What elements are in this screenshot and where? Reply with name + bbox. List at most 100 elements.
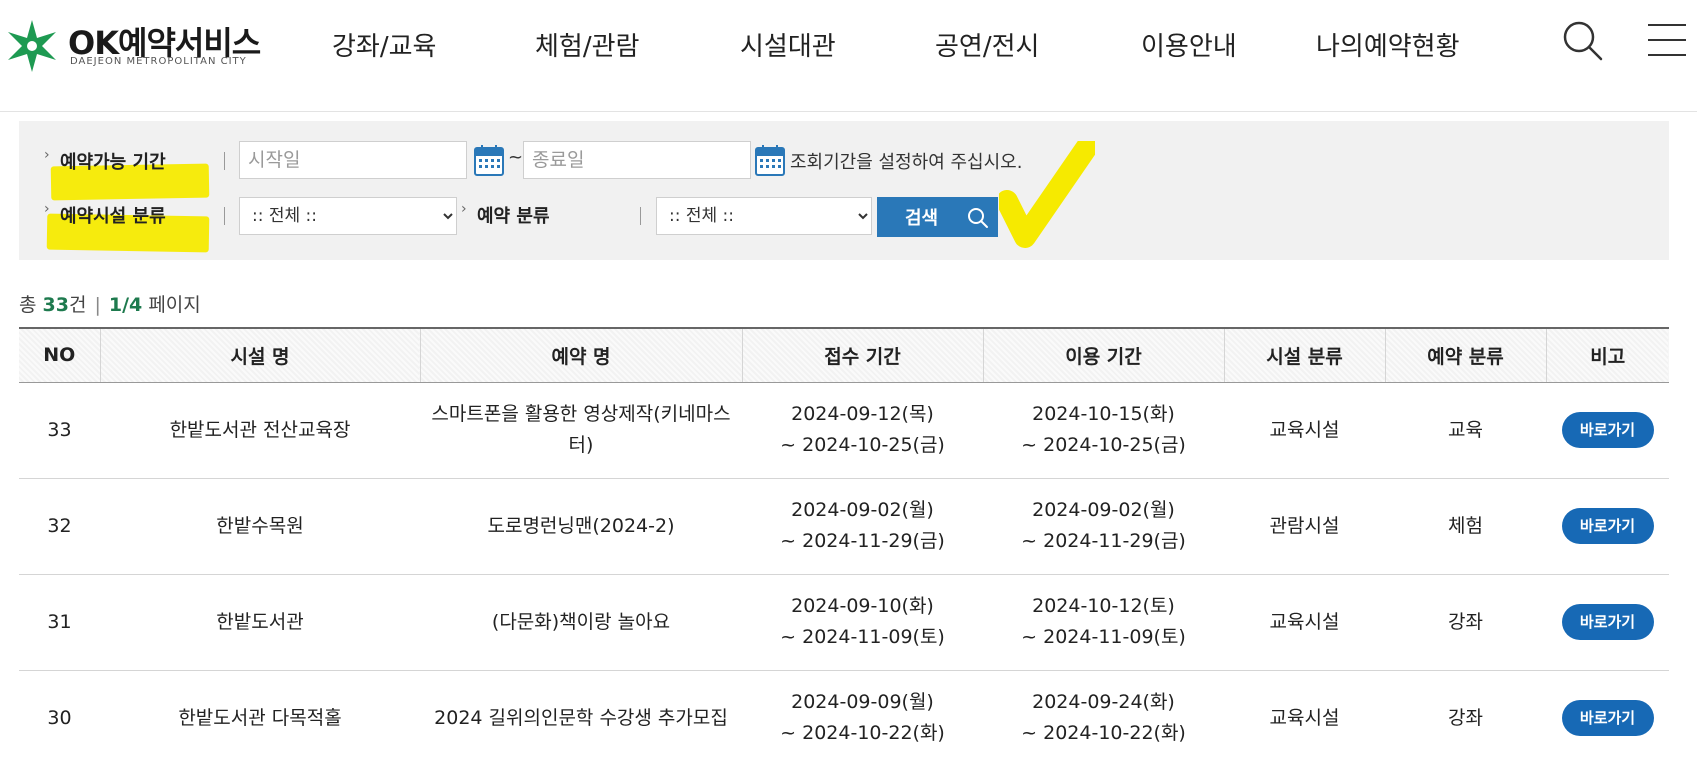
table-row: 30 한밭도서관 다목적홀 2024 길위의인문학 수강생 추가모집 2024-09-… xyxy=(19,670,1669,760)
menu-icon[interactable] xyxy=(1648,24,1686,56)
go-button[interactable]: 바로가기 xyxy=(1561,412,1654,448)
column-header-reservation-type: 예약 분류 xyxy=(1384,327,1546,383)
site-logo[interactable]: OK예약서비스 DAEJEON METROPOLITAN CITY xyxy=(4,16,261,76)
column-header-facility: 시설 명 xyxy=(99,327,420,383)
checkmark-annotation xyxy=(999,141,1095,248)
cell-reception-period-text: 2024-09-02(월) xyxy=(791,499,934,521)
nav-item-experience[interactable]: 체험/관람 xyxy=(535,26,639,66)
cell-no: 30 xyxy=(19,670,100,760)
column-header-usage-period: 이용 기간 xyxy=(982,327,1224,383)
cell-usage-period-text: ~ 2024-10-25(금) xyxy=(1021,434,1186,456)
total-suffix: 건 xyxy=(68,294,87,316)
end-date-input[interactable] xyxy=(523,141,751,179)
cell-facility: 한밭수목원 xyxy=(100,478,420,575)
cell-reservation-type-text: 강좌 xyxy=(1448,706,1483,729)
go-button[interactable]: 바로가기 xyxy=(1561,700,1654,736)
cell-usage-period: 2024-09-02(월) ~ 2024-11-29(금) xyxy=(983,478,1224,575)
cell-note: 바로가기 xyxy=(1546,478,1669,575)
cell-reservation-name: 2024 길위의인문학 수강생 추가모집 xyxy=(420,670,742,760)
cell-reservation-name: 도로명런닝맨(2024-2) xyxy=(420,478,742,575)
cell-note: 바로가기 xyxy=(1546,670,1669,760)
cell-reservation-type: 교육 xyxy=(1385,382,1546,479)
go-button[interactable]: 바로가기 xyxy=(1561,604,1654,640)
divider xyxy=(224,152,225,170)
cell-no-text: 31 xyxy=(47,610,72,633)
cell-no-text: 32 xyxy=(47,514,72,537)
nav-item-performance[interactable]: 공연/전시 xyxy=(935,26,1039,66)
summary-divider: | xyxy=(94,294,101,316)
cell-usage-period: 2024-10-12(토) ~ 2024-11-09(토) xyxy=(983,574,1224,671)
page-indicator: 1/4 xyxy=(108,294,143,316)
cell-facility-text: 한밭수목원 xyxy=(216,514,304,537)
start-date-input[interactable] xyxy=(239,141,467,179)
nav-item-lecture[interactable]: 강좌/교육 xyxy=(332,26,436,66)
cell-reception-period-text: 2024-09-12(목) xyxy=(791,403,934,425)
cell-reservation-name-text: 2024 길위의인문학 수강생 추가모집 xyxy=(434,706,728,729)
divider xyxy=(224,207,225,225)
cell-facility-type: 교육시설 xyxy=(1224,670,1385,760)
site-header: OK예약서비스 DAEJEON METROPOLITAN CITY 강좌/교육 … xyxy=(0,0,1697,112)
column-header-no: NO xyxy=(19,327,100,383)
date-range-tilde: ~ xyxy=(508,147,524,168)
cell-reception-period-text: ~ 2024-10-22(화) xyxy=(780,722,945,744)
facility-category-select[interactable]: :: 전체 :: xyxy=(239,197,457,235)
cell-reservation-name: 스마트폰을 활용한 영상제작(키네마스터) xyxy=(420,382,742,479)
cell-reception-period: 2024-09-02(월) ~ 2024-11-29(금) xyxy=(742,478,983,575)
cell-facility-text: 한밭도서관 xyxy=(216,610,304,633)
cell-no-text: 33 xyxy=(47,418,72,441)
logo-subtitle: DAEJEON METROPOLITAN CITY xyxy=(70,56,247,67)
calendar-icon[interactable] xyxy=(474,144,504,176)
column-header-facility-type: 시설 분류 xyxy=(1223,327,1385,383)
column-header-reception-period: 접수 기간 xyxy=(741,327,983,383)
table-header-row: NO 시설 명 예약 명 접수 기간 이용 기간 시설 분류 예약 분류 비고 xyxy=(19,327,1669,383)
search-button-label: 검색 xyxy=(905,208,939,229)
cell-reservation-name-text: 도로명런닝맨(2024-2) xyxy=(487,514,675,537)
cell-no-text: 30 xyxy=(47,706,72,729)
cell-facility-text: 한밭도서관 전산교육장 xyxy=(169,418,351,441)
cell-reservation-type-text: 교육 xyxy=(1448,418,1483,441)
cell-reception-period: 2024-09-09(월) ~ 2024-10-22(화) xyxy=(742,670,983,760)
nav-item-my-reservation[interactable]: 나의예약현황 xyxy=(1316,26,1460,66)
cell-no: 32 xyxy=(19,478,100,575)
cell-facility-type-text: 교육시설 xyxy=(1269,706,1340,729)
cell-facility: 한밭도서관 다목적홀 xyxy=(100,670,420,760)
cell-usage-period-text: 2024-10-15(화) xyxy=(1032,403,1175,425)
nav-item-guide[interactable]: 이용안내 xyxy=(1141,26,1237,66)
search-button[interactable]: 검색 xyxy=(877,197,998,237)
cell-facility-type-text: 교육시설 xyxy=(1269,418,1340,441)
calendar-icon[interactable] xyxy=(755,144,785,176)
cell-note: 바로가기 xyxy=(1546,574,1669,671)
result-summary: 총 33건 | 1/4 페이지 xyxy=(19,290,201,317)
total-prefix: 총 xyxy=(19,294,37,316)
page-suffix: 페이지 xyxy=(148,294,201,316)
cell-reception-period-text: ~ 2024-11-29(금) xyxy=(780,530,945,552)
cell-reservation-type-text: 체험 xyxy=(1448,514,1483,537)
cell-reservation-name: (다문화)책이랑 놀아요 xyxy=(420,574,742,671)
cell-usage-period-text: ~ 2024-11-29(금) xyxy=(1021,530,1186,552)
cell-note: 바로가기 xyxy=(1546,382,1669,479)
cell-facility-type: 교육시설 xyxy=(1224,574,1385,671)
total-count: 33 xyxy=(42,294,69,316)
search-filter-panel: 예약가능 기간 ~ 조회기간을 설정하여 주십시오. 예약시설 분류 :: 전체… xyxy=(19,121,1669,260)
table-row: 32 한밭수목원 도로명런닝맨(2024-2) 2024-09-02(월) ~ 2024… xyxy=(19,478,1669,575)
reservation-table: NO 시설 명 예약 명 접수 기간 이용 기간 시설 분류 예약 분류 비고 … xyxy=(19,327,1669,760)
reservation-category-select[interactable]: :: 전체 :: xyxy=(656,197,872,235)
reservation-category-label: 예약 분류 xyxy=(461,201,549,228)
cell-reservation-type: 강좌 xyxy=(1385,574,1546,671)
cell-usage-period-text: ~ 2024-10-22(화) xyxy=(1021,722,1186,744)
cell-reservation-type: 체험 xyxy=(1385,478,1546,575)
cell-reservation-type: 강좌 xyxy=(1385,670,1546,760)
cell-reception-period-text: 2024-09-10(화) xyxy=(791,595,934,617)
cell-facility-text: 한밭도서관 다목적홀 xyxy=(178,706,342,729)
logo-star-icon xyxy=(8,20,56,72)
cell-facility-type: 관람시설 xyxy=(1224,478,1385,575)
column-header-reservation-name: 예약 명 xyxy=(419,327,742,383)
go-button[interactable]: 바로가기 xyxy=(1561,508,1654,544)
cell-facility-type: 교육시설 xyxy=(1224,382,1385,479)
cell-reception-period-text: 2024-09-09(월) xyxy=(791,691,934,713)
cell-reception-period-text: ~ 2024-10-25(금) xyxy=(780,434,945,456)
cell-usage-period-text: 2024-09-02(월) xyxy=(1032,499,1175,521)
search-icon[interactable] xyxy=(1562,20,1604,62)
cell-reservation-type-text: 강좌 xyxy=(1448,610,1483,633)
nav-item-facility-rental[interactable]: 시설대관 xyxy=(740,26,836,66)
